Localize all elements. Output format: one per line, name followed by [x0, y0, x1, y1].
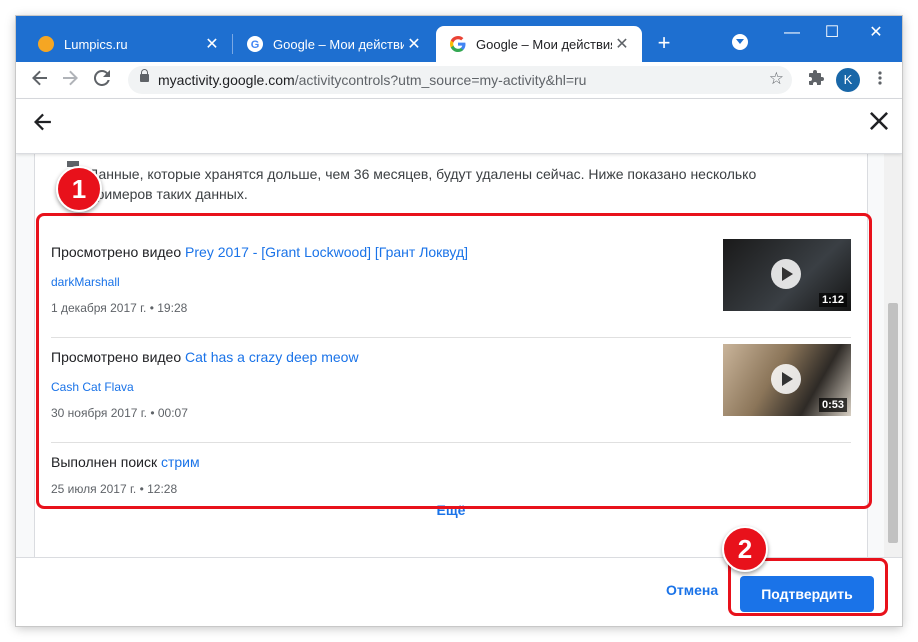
back-arrow-icon[interactable] [26, 66, 54, 94]
dialog-close-icon[interactable] [870, 109, 888, 137]
star-icon[interactable]: ☆ [769, 69, 784, 89]
tab-close-icon[interactable]: ✕ [404, 34, 424, 54]
window-close-button[interactable]: ✕ [862, 22, 890, 44]
step-badge-2: 2 [722, 526, 768, 572]
menu-dots-icon[interactable] [866, 66, 894, 94]
svg-text:G: G [251, 39, 260, 51]
maximize-button[interactable]: ☐ [818, 22, 846, 44]
tab-google-activity-active[interactable]: Google – Мои действия ✕ [436, 26, 642, 62]
deletion-notice: Данные, которые хранятся дольше, чем 36 … [89, 166, 757, 202]
tab-close-icon[interactable]: ✕ [202, 34, 222, 54]
url-text: myactivity.google.com/activitycontrols?u… [158, 72, 587, 88]
google-favicon-icon: G [247, 36, 263, 52]
tab-title: Google – Мои действия [273, 36, 404, 52]
title-bar: Lumpics.ru ✕ G Google – Мои действия ✕ G… [16, 16, 902, 62]
tab-title: Google – Мои действия [476, 36, 612, 52]
highlight-frame-items [36, 213, 872, 509]
scrollbar-thumb[interactable] [888, 303, 898, 543]
dialog-header [16, 99, 902, 154]
forward-arrow-icon[interactable] [56, 66, 84, 94]
tab-close-icon[interactable]: ✕ [612, 34, 632, 54]
tab-title: Lumpics.ru [64, 36, 128, 52]
extensions-icon[interactable] [802, 66, 830, 94]
tab-google-activity[interactable]: G Google – Мои действия ✕ [233, 26, 434, 62]
tab-lumpics[interactable]: Lumpics.ru ✕ [16, 26, 232, 62]
lumpics-favicon-icon [38, 36, 54, 52]
address-bar[interactable]: myactivity.google.com/activitycontrols?u… [128, 66, 792, 94]
dialog-back-arrow-icon[interactable] [34, 111, 52, 137]
lock-icon [140, 69, 149, 82]
new-tab-button[interactable]: + [650, 30, 678, 58]
reload-icon[interactable] [88, 66, 116, 94]
tab-search-icon[interactable] [732, 34, 748, 50]
profile-avatar[interactable]: K [836, 68, 860, 92]
step-badge-1: 1 [56, 166, 102, 212]
cancel-button[interactable]: Отмена [666, 582, 718, 598]
browser-toolbar: myactivity.google.com/activitycontrols?u… [16, 62, 902, 99]
minimize-button[interactable]: — [778, 22, 806, 44]
google-favicon-icon [450, 36, 466, 52]
scrollbar[interactable] [884, 153, 902, 557]
